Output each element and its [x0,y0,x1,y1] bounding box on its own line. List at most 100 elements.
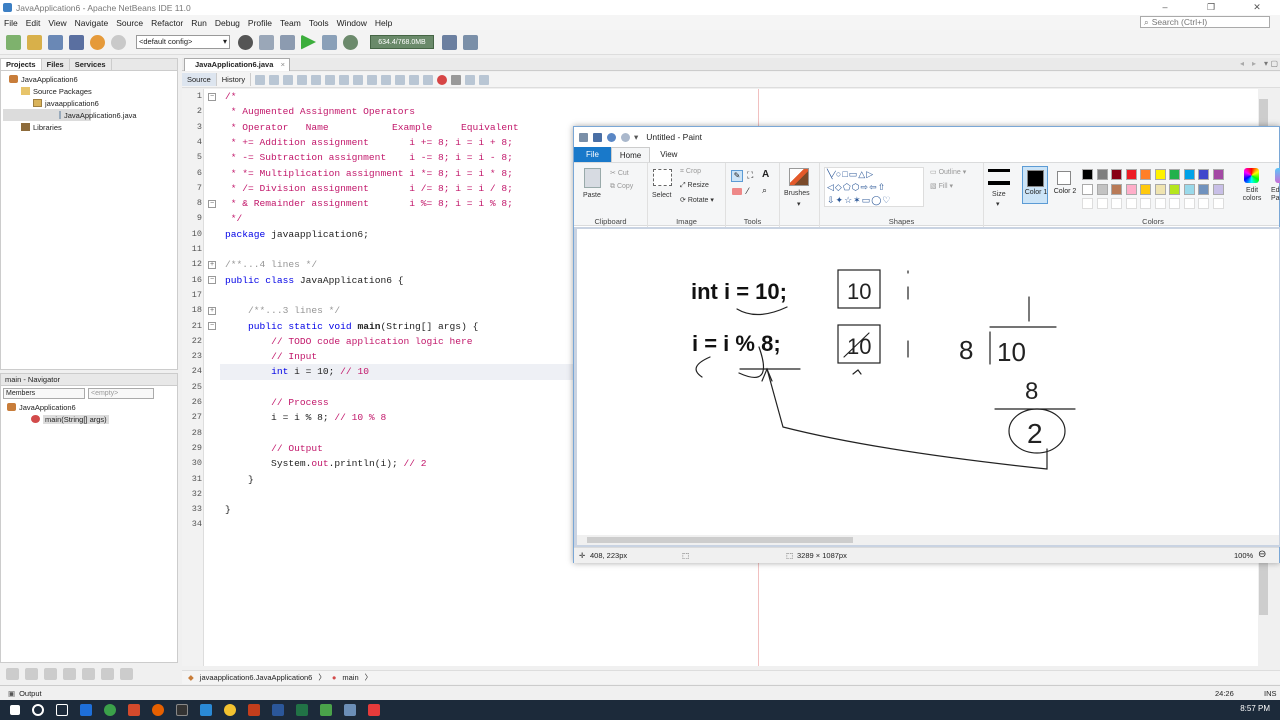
gc-icon[interactable] [442,34,457,50]
filter-inherited-icon[interactable] [63,668,76,680]
fold-toggle-icon[interactable]: + [208,306,216,315]
shape-star-icon[interactable]: ⇩✦☆✶▭◯♡ [827,195,891,205]
magnifier-icon[interactable]: ⌕ [762,185,767,196]
fold-toggle-icon[interactable]: − [208,276,216,285]
file-explorer-icon[interactable] [80,704,92,716]
uncomment-icon[interactable] [479,74,490,85]
find-icon[interactable] [297,74,308,85]
palette-color-swatch[interactable] [1140,169,1151,180]
paint-icon[interactable] [368,704,380,716]
select-icon[interactable] [653,169,672,186]
toggle-bookmark-icon[interactable] [395,74,406,85]
paint-tab-view[interactable]: View [650,148,687,161]
terminal-icon[interactable] [176,704,188,716]
code-line[interactable]: // Output [225,441,565,456]
palette-color-swatch[interactable] [1111,169,1122,180]
new-project-icon[interactable] [27,34,42,50]
shift-right-icon[interactable] [423,74,434,85]
fold-toggle-icon[interactable]: − [208,199,216,208]
breadcrumb-method[interactable]: main [342,673,358,682]
custom-color-slot[interactable] [1212,198,1224,209]
code-line[interactable] [225,426,565,441]
cut-button[interactable]: ✂ Cut [610,169,629,177]
palette-color-swatch[interactable] [1096,183,1108,195]
palette-color-swatch[interactable] [1183,183,1195,195]
code-line[interactable]: /**...4 lines */ [225,257,565,272]
code-line[interactable]: * Operator Name Example Equivalent [225,120,565,135]
color-1-selector[interactable]: Color 1 [1022,166,1048,204]
filter-static-icon[interactable] [25,668,38,680]
tree-item-project[interactable]: JavaApplication6 [3,73,175,85]
menu-source[interactable]: Source [116,18,143,28]
filter-fields-icon[interactable] [6,668,19,680]
brushes-dropdown-icon[interactable]: ▾ [797,200,801,208]
size-button[interactable]: Size [992,191,1006,198]
output-tab[interactable]: Output [19,689,42,698]
palette-color-swatch[interactable] [1082,183,1093,195]
menu-window[interactable]: Window [337,18,367,28]
code-line[interactable]: int i = 10; // 10 [225,364,565,379]
last-edit-icon[interactable] [255,74,266,85]
members-select[interactable]: Members [3,388,85,399]
comment-icon[interactable] [465,74,476,85]
code-line[interactable]: /* [225,89,565,104]
crop-button[interactable]: ⌗ Crop [680,168,701,176]
text-icon[interactable]: A [762,169,769,180]
filter-sort-alpha-icon[interactable] [101,668,114,680]
find-next-icon[interactable] [325,74,336,85]
tree-item-package[interactable]: javaapplication6 [3,97,175,109]
paint-3d-icon[interactable] [1275,168,1280,183]
tab-scroll-left-icon[interactable]: ◂ [1240,59,1244,68]
menu-refactor[interactable]: Refactor [151,18,183,28]
nav-item-main[interactable]: main(String[] args) [1,413,177,425]
menu-run[interactable]: Run [191,18,207,28]
new-file-icon[interactable] [6,34,21,50]
tree-item-libraries[interactable]: Libraries [3,121,175,133]
palette-color-swatch[interactable] [1169,169,1180,180]
redo-icon[interactable] [621,132,630,142]
tab-projects[interactable]: Projects [1,59,42,70]
custom-color-slot[interactable] [1198,198,1209,209]
custom-color-slot[interactable] [1096,198,1108,209]
code-line[interactable]: public class JavaApplication6 { [225,273,565,288]
edit-colors-icon[interactable] [1244,168,1259,183]
excel-icon[interactable] [296,704,308,716]
palette-color-swatch[interactable] [1198,169,1209,180]
taskbar-clock[interactable]: 8:57 PM [1240,704,1270,713]
save-all-icon[interactable] [69,34,84,50]
back-icon[interactable] [269,74,280,85]
find-prev-icon[interactable] [311,74,322,85]
code-line[interactable]: System.out.println(i); // 2 [225,456,565,471]
custom-color-slot[interactable] [1154,198,1166,209]
menu-navigate[interactable]: Navigate [75,18,109,28]
code-line[interactable]: // TODO code application logic here [225,334,565,349]
zoom-out-icon[interactable]: ⊖ [1258,549,1266,560]
breadcrumb-class[interactable]: javaapplication6.JavaApplication6 [200,673,313,682]
netbeans-icon[interactable] [344,704,356,716]
paint-tab-home[interactable]: Home [610,147,651,162]
size-dropdown-icon[interactable]: ▾ [996,200,1000,208]
shape-diamond-icon[interactable]: ◁◇⬠⬡⇨⇦⇧ [827,182,886,192]
tab-files[interactable]: Files [42,59,70,70]
palette-color-swatch[interactable] [1169,183,1180,195]
palette-color-swatch[interactable] [1082,169,1093,180]
outline-button[interactable]: ▭ Outline ▾ [930,168,966,176]
tab-history[interactable]: History [217,73,252,86]
custom-color-slot[interactable] [1082,198,1093,209]
run-icon[interactable] [301,34,316,50]
palette-color-swatch[interactable] [1212,183,1224,195]
tree-item-java-file[interactable]: JavaApplication6.java [3,109,137,121]
fill-button[interactable]: ▧ Fill ▾ [930,182,953,190]
tree-item-source-packages[interactable]: Source Packages [3,85,175,97]
tab-services[interactable]: Services [70,59,112,70]
media-icon[interactable] [128,704,140,716]
mail-icon[interactable] [200,704,212,716]
code-line[interactable]: package javaapplication6; [225,227,565,242]
edit-paint-3d-button[interactable]: Edit with Paint 3D [1271,187,1280,203]
code-line[interactable]: // Input [225,349,565,364]
filter-sort-icon[interactable] [82,668,95,680]
palette-color-swatch[interactable] [1125,183,1137,195]
palette-color-swatch[interactable] [1154,183,1166,195]
code-line[interactable]: } [225,502,565,517]
build-icon[interactable] [259,34,274,50]
